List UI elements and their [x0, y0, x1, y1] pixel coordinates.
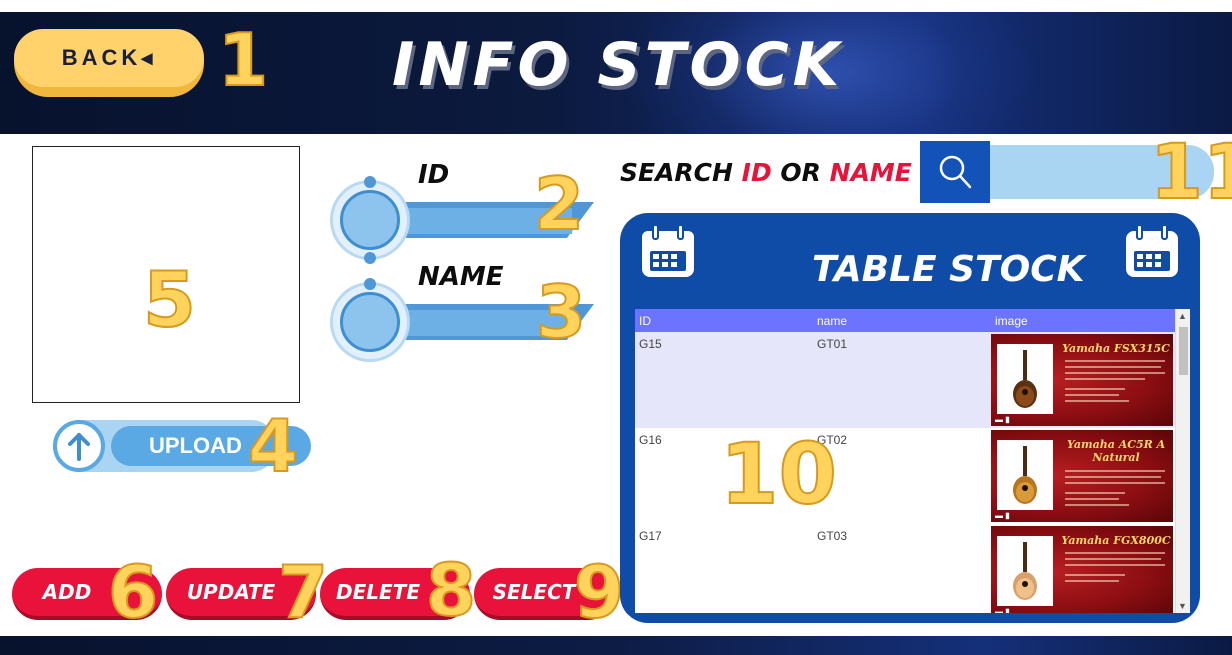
product-image-title: Yamaha AC5R A Natural	[1066, 438, 1166, 465]
cell-id: G16	[639, 433, 662, 447]
footer-bar	[0, 636, 1232, 655]
guitar-icon	[1013, 542, 1037, 600]
guitar-photo-panel	[997, 536, 1053, 606]
text-line	[1065, 476, 1161, 478]
table-panel: TABLE STOCK ID name image G15 GT01 Yamah…	[620, 213, 1200, 623]
text-line	[1065, 498, 1119, 500]
guitar-icon	[1013, 446, 1037, 504]
back-button[interactable]: BACK◂	[14, 29, 204, 97]
search-label: SEARCH ID OR NAME	[620, 158, 912, 187]
product-image: Yamaha AC5R A Natural ▬ ▮	[991, 430, 1173, 522]
text-line	[1065, 482, 1165, 484]
update-button-label: UPDATE	[186, 580, 276, 604]
table-scrollbar[interactable]: ▲ ▼	[1175, 309, 1190, 613]
table-row[interactable]: G15 GT01 Yamaha FSX315C ▬ ▮	[635, 332, 1175, 428]
guitar-photo-panel	[997, 344, 1053, 414]
annotation-number: 3	[535, 270, 587, 354]
text-line	[1065, 552, 1165, 554]
product-image-title: Yamaha FGX800C	[1061, 534, 1171, 547]
text-line	[1065, 394, 1119, 396]
guitar-photo-panel	[997, 440, 1053, 510]
brand-logo: ▬ ▮	[995, 607, 1010, 613]
id-field-dot	[364, 176, 376, 188]
text-line	[1065, 564, 1165, 566]
name-field-ring-inner	[340, 292, 400, 352]
annotation-number: 9	[573, 550, 625, 634]
text-line	[1065, 388, 1125, 390]
scroll-down-icon[interactable]: ▼	[1178, 601, 1187, 611]
search-label-or: OR	[771, 158, 830, 187]
brand-logo: ▬ ▮	[995, 511, 1010, 520]
text-line	[1065, 504, 1129, 506]
annotation-number: 6	[107, 550, 159, 634]
search-label-prefix: SEARCH	[620, 158, 742, 187]
header-bar: BACK◂ INFO STOCK	[0, 12, 1232, 134]
table-row[interactable]: G17 GT03 Yamaha FGX800C ▬ ▮	[635, 524, 1175, 613]
text-line	[1065, 558, 1161, 560]
calendar-icon	[642, 224, 694, 277]
text-line	[1065, 492, 1125, 494]
text-line	[1065, 378, 1145, 380]
cell-id: G17	[639, 529, 662, 543]
calendar-icon	[1126, 224, 1178, 277]
column-header-name[interactable]: name	[817, 314, 847, 328]
stock-table[interactable]: ID name image G15 GT01 Yamaha FSX315C ▬ …	[635, 309, 1190, 613]
text-line	[1065, 470, 1165, 472]
scroll-up-icon[interactable]: ▲	[1178, 311, 1187, 321]
name-field-dot	[364, 278, 376, 290]
add-button-label: ADD	[42, 580, 92, 604]
annotation-number: 1	[217, 18, 269, 102]
select-button-label: SELECT	[492, 580, 576, 604]
text-line	[1065, 366, 1161, 368]
search-icon	[939, 155, 972, 189]
annotation-number: 2	[533, 162, 585, 246]
product-image-title: Yamaha FSX315C	[1062, 342, 1170, 355]
brand-logo: ▬ ▮	[995, 415, 1010, 424]
cell-name: GT03	[817, 529, 848, 543]
text-line	[1065, 372, 1165, 374]
search-label-id: ID	[741, 158, 772, 187]
scrollbar-thumb[interactable]	[1179, 327, 1188, 375]
cell-id: G15	[639, 337, 662, 351]
text-line	[1065, 400, 1129, 402]
search-button[interactable]	[920, 141, 990, 203]
upload-arrow-icon	[53, 420, 105, 472]
annotation-number: 11	[1149, 127, 1232, 216]
delete-button-label: DELETE	[336, 580, 420, 604]
product-image: Yamaha FGX800C ▬ ▮	[991, 526, 1173, 613]
text-line	[1065, 574, 1125, 576]
cell-name: GT01	[817, 337, 848, 351]
id-field-ring-inner	[340, 190, 400, 250]
back-button-label: BACK◂	[14, 29, 204, 87]
product-image: Yamaha FSX315C ▬ ▮	[991, 334, 1173, 426]
table-title: TABLE STOCK	[812, 249, 1085, 290]
annotation-number: 10	[719, 425, 838, 523]
guitar-icon	[1013, 350, 1037, 408]
search-label-name: NAME	[829, 158, 912, 187]
upload-button[interactable]: UPLOAD	[53, 420, 311, 472]
upload-label: UPLOAD	[149, 433, 242, 458]
table-row[interactable]: G16 GT02 Yamaha AC5R A Natural ▬ ▮	[635, 428, 1175, 524]
column-header-image[interactable]: image	[995, 314, 1028, 328]
annotation-number: 4	[247, 404, 299, 488]
id-field-dot	[364, 252, 376, 264]
text-line	[1065, 580, 1119, 582]
column-header-id[interactable]: ID	[639, 314, 651, 328]
page-title: INFO STOCK	[392, 30, 844, 100]
text-line	[1065, 360, 1165, 362]
annotation-number: 5	[142, 255, 197, 344]
table-header: ID name image	[635, 309, 1175, 332]
annotation-number: 8	[425, 548, 477, 632]
